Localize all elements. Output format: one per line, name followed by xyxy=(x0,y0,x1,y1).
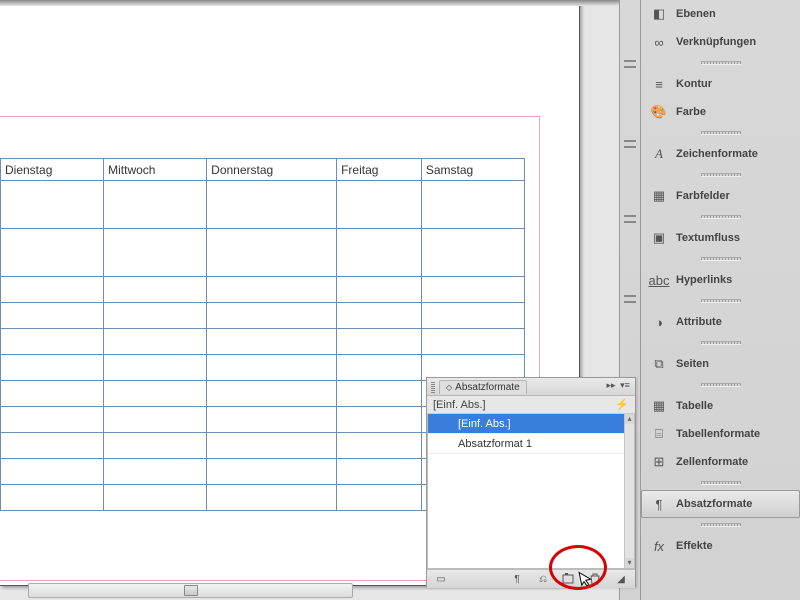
panel-label: Farbe xyxy=(676,106,706,118)
scroll-down-icon[interactable]: ▾ xyxy=(625,558,634,568)
rail-grip-icon xyxy=(624,140,636,148)
quick-apply-icon[interactable]: ⚡ xyxy=(615,398,629,411)
panel-subheader: [Einf. Abs.] ⚡ xyxy=(427,396,635,414)
panel-separator xyxy=(641,378,800,392)
textwrap-icon: ▣ xyxy=(650,229,668,247)
panel-tab[interactable]: ◇ Absatzformate xyxy=(439,380,527,394)
panel-label: Farbfelder xyxy=(676,190,730,202)
paragraph-styles-panel[interactable]: ◇ Absatzformate ▸▸ ▾≡ [Einf. Abs.] ⚡ [Ei… xyxy=(426,377,636,587)
panel-separator xyxy=(641,210,800,224)
table-row xyxy=(1,303,525,329)
panel-label: Textumfluss xyxy=(676,232,740,244)
style-list[interactable]: [Einf. Abs.]Absatzformat 1 ▴ ▾ xyxy=(427,414,635,569)
rail-grip-icon xyxy=(624,215,636,223)
clear-override-icon[interactable]: ⎌ xyxy=(533,572,553,586)
panel-label: Zellenformate xyxy=(676,456,748,468)
updown-icon: ◇ xyxy=(446,383,452,392)
panel-separator xyxy=(641,126,800,140)
effects-icon: fx xyxy=(650,537,668,555)
panel-separator xyxy=(641,476,800,490)
grip-icon xyxy=(431,381,435,393)
panel-tab-label: Absatzformate xyxy=(455,382,519,393)
hyperlinks-icon: abc xyxy=(650,271,668,289)
current-style-label: [Einf. Abs.] xyxy=(433,399,486,411)
col-header[interactable]: Donnerstag xyxy=(207,159,337,181)
panel-separator xyxy=(641,56,800,70)
panel-label: Ebenen xyxy=(676,8,716,20)
table-row xyxy=(1,181,525,229)
panel-button-kontur[interactable]: ≡ Kontur xyxy=(641,70,800,98)
panel-footer: ▭ ¶ ⎌ ◢ xyxy=(427,569,635,588)
rail-grip-icon xyxy=(624,295,636,303)
horizontal-scrollbar[interactable] xyxy=(28,583,353,598)
panel-label: Seiten xyxy=(676,358,709,370)
col-header[interactable]: Samstag xyxy=(421,159,524,181)
panel-button-farbfelder[interactable]: ▦ Farbfelder xyxy=(641,182,800,210)
panel-separator xyxy=(641,336,800,350)
panel-separator xyxy=(641,168,800,182)
menu-icon[interactable]: ▾≡ xyxy=(619,380,631,392)
table-row xyxy=(1,229,525,277)
panel-button-absatzformate[interactable]: ¶ Absatzformate xyxy=(641,490,800,518)
panel-button-farbe[interactable]: 🎨 Farbe xyxy=(641,98,800,126)
table-styles-icon: ⌸ xyxy=(650,425,668,443)
panel-button-zeichenformate[interactable]: A Zeichenformate xyxy=(641,140,800,168)
table-row xyxy=(1,329,525,355)
attributes-icon: ◑ xyxy=(650,313,668,331)
panel-button-hyperlinks[interactable]: abc Hyperlinks xyxy=(641,266,800,294)
style-row[interactable]: Absatzformat 1 xyxy=(428,434,634,454)
panel-label: Tabelle xyxy=(676,400,713,412)
swatches-icon: ▦ xyxy=(650,187,668,205)
table-row xyxy=(1,277,525,303)
links-icon: ∞ xyxy=(650,33,668,51)
resize-grip-icon[interactable]: ◢ xyxy=(611,572,631,586)
scroll-up-icon[interactable]: ▴ xyxy=(625,414,634,424)
paragraph-icon[interactable]: ¶ xyxy=(507,572,527,586)
panel-button-tabelle[interactable]: ▦ Tabelle xyxy=(641,392,800,420)
para-styles-icon: ¶ xyxy=(650,495,668,513)
layers-icon: ◧ xyxy=(650,5,668,23)
table-icon: ▦ xyxy=(650,397,668,415)
col-header[interactable]: Freitag xyxy=(337,159,422,181)
col-header[interactable]: Dienstag xyxy=(1,159,104,181)
panel-button-effekte[interactable]: fx Effekte xyxy=(641,532,800,560)
panel-button-verkn-pfungen[interactable]: ∞ Verknüpfungen xyxy=(641,28,800,56)
panel-button-seiten[interactable]: ⧉ Seiten xyxy=(641,350,800,378)
panel-separator xyxy=(641,294,800,308)
col-header[interactable]: Mittwoch xyxy=(104,159,207,181)
panel-button-textumfluss[interactable]: ▣ Textumfluss xyxy=(641,224,800,252)
panel-titlebar[interactable]: ◇ Absatzformate ▸▸ ▾≡ xyxy=(427,378,635,396)
panel-separator xyxy=(641,518,800,532)
folder-icon[interactable]: ▭ xyxy=(431,572,451,586)
pages-icon: ⧉ xyxy=(650,355,668,373)
panel-dock: ◧ Ebenen ∞ Verknüpfungen ≡ Kontur 🎨 Farbe A Zeich… xyxy=(640,0,800,600)
char-styles-icon: A xyxy=(650,145,668,163)
panel-separator xyxy=(641,252,800,266)
panel-label: Attribute xyxy=(676,316,722,328)
new-style-button[interactable] xyxy=(559,572,579,586)
rail-grip-icon xyxy=(624,60,636,68)
panel-button-tabellenformate[interactable]: ⌸ Tabellenformate xyxy=(641,420,800,448)
scrollbar-thumb[interactable] xyxy=(184,585,198,596)
panel-button-ebenen[interactable]: ◧ Ebenen xyxy=(641,0,800,28)
panel-label: Effekte xyxy=(676,540,713,552)
style-row[interactable]: [Einf. Abs.] xyxy=(428,414,634,434)
panel-label: Absatzformate xyxy=(676,498,752,510)
panel-label: Tabellenformate xyxy=(676,428,760,440)
stroke-icon: ≡ xyxy=(650,75,668,93)
panel-label: Hyperlinks xyxy=(676,274,732,286)
collapse-icon[interactable]: ▸▸ xyxy=(605,380,617,392)
color-icon: 🎨 xyxy=(650,103,668,121)
panel-button-attribute[interactable]: ◑ Attribute xyxy=(641,308,800,336)
panel-label: Zeichenformate xyxy=(676,148,758,160)
list-scrollbar[interactable]: ▴ ▾ xyxy=(624,414,634,568)
panel-label: Kontur xyxy=(676,78,712,90)
panel-button-zellenformate[interactable]: ⊞ Zellenformate xyxy=(641,448,800,476)
cell-styles-icon: ⊞ xyxy=(650,453,668,471)
table-header-row: Dienstag Mittwoch Donnerstag Freitag Sam… xyxy=(1,159,525,181)
panel-label: Verknüpfungen xyxy=(676,36,756,48)
